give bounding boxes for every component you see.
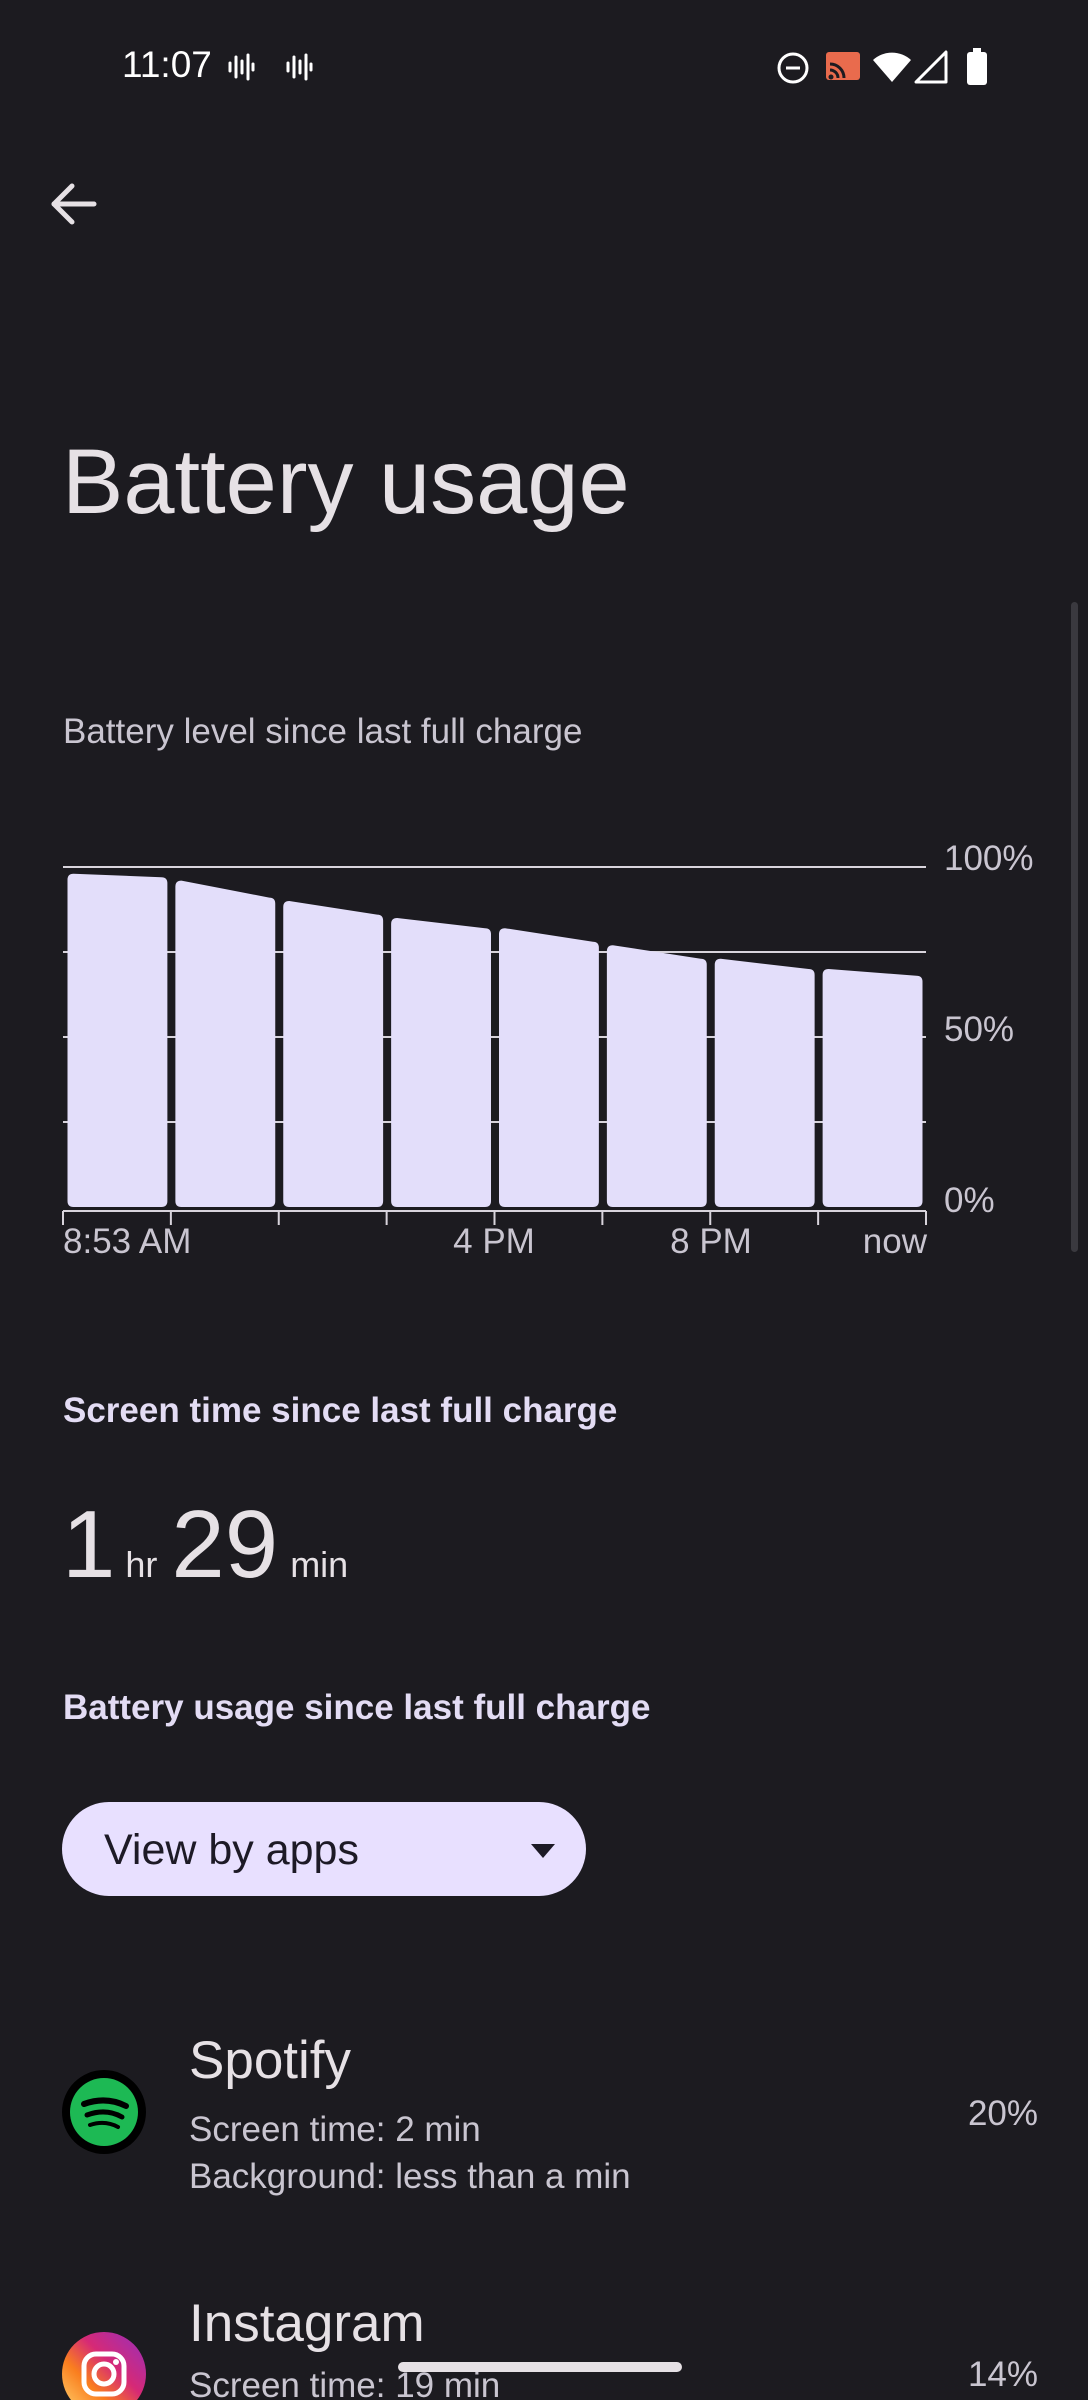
chart-bar[interactable] [391,918,491,1207]
chart-bars [67,873,923,1207]
chart-bar[interactable] [67,873,168,1207]
x-tick-label-start: 8:53 AM [63,1222,191,1261]
chart-bar[interactable] [175,880,276,1207]
page-title: Battery usage [62,431,630,533]
do-not-disturb-icon [777,52,809,84]
wifi-icon [873,52,911,82]
y-tick-label-50: 50% [944,1010,1014,1049]
x-tick-label-4pm: 4 PM [453,1222,535,1261]
screen-time-heading: Screen time since last full charge [63,1391,618,1430]
arrow-left-icon [51,183,97,225]
cell-signal-icon [914,50,948,84]
chart-bar[interactable] [283,901,384,1207]
chart-bar[interactable] [822,969,923,1207]
spotify-icon [62,2070,146,2154]
app-name: Spotify [189,2031,352,2090]
instagram-icon [62,2332,146,2400]
view-by-dropdown[interactable]: View by apps [62,1802,586,1896]
app-battery-percent: 14% [967,2355,1038,2394]
app-battery-percent: 20% [967,2094,1038,2133]
app-row-spotify[interactable]: Spotify Screen time: 2 min Background: l… [0,2010,1088,2210]
app-background-time: Background: less than a min [189,2157,631,2196]
status-bar: 11:07 [0,0,1088,130]
chart-bar[interactable] [499,928,599,1207]
app-screen-time: Screen time: 2 min [189,2110,481,2149]
chart-bar[interactable] [714,958,815,1207]
voicemail-icon [286,53,313,81]
y-tick-label-0: 0% [944,1181,995,1220]
cast-icon [826,52,860,80]
app-name: Instagram [189,2294,425,2353]
back-button[interactable] [38,168,110,240]
battery-icon [967,48,987,85]
scrollbar[interactable] [1071,602,1078,1252]
dropdown-arrow-icon [531,1844,555,1858]
x-tick-label-8pm: 8 PM [670,1222,752,1261]
screen-time-value: 1 hr 29 min [62,1490,348,1600]
gesture-nav-handle[interactable] [398,2362,682,2372]
chart-title: Battery level since last full charge [63,712,583,751]
voicemail-icon [228,53,255,81]
battery-level-chart[interactable]: 100% 50% 0% 8:53 AM 4 PM 8 PM now [0,840,1088,1280]
battery-usage-heading: Battery usage since last full charge [63,1688,651,1727]
chart-bar[interactable] [606,945,707,1207]
dropdown-label: View by apps [104,1826,359,1874]
clock: 11:07 [122,44,212,85]
app-row-instagram[interactable]: Instagram Screen time: 19 min 14% [0,2272,1088,2400]
screen-time-minutes: 29 [171,1491,279,1598]
x-tick-label-now: now [863,1222,928,1261]
screen-time-hours-unit: hr [125,1544,158,1585]
screen-time-minutes-unit: min [290,1544,349,1585]
screen-time-hours: 1 [62,1491,116,1598]
y-tick-label-100: 100% [944,840,1034,878]
